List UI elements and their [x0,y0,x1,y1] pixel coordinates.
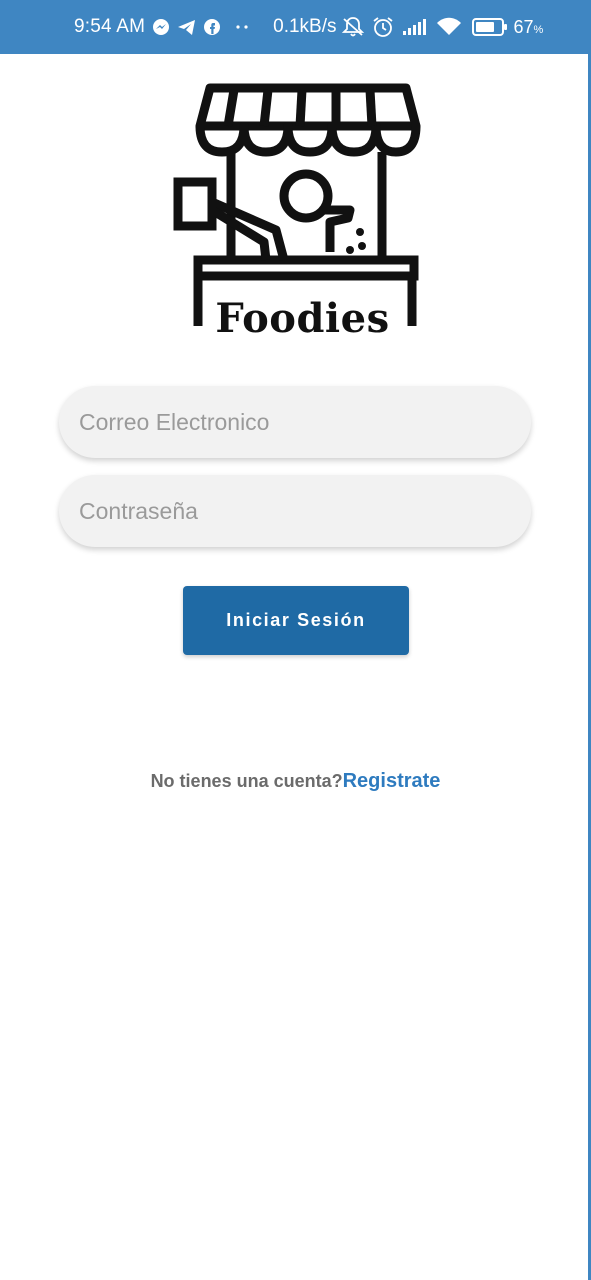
password-input[interactable] [59,475,531,547]
register-link[interactable]: Registrate [343,770,441,792]
login-button[interactable]: Iniciar Sesión [183,586,409,655]
email-field[interactable] [59,386,531,458]
wifi-icon [436,17,462,37]
facebook-icon [203,18,221,36]
notifications-muted-icon [341,16,365,38]
email-input[interactable] [59,386,531,458]
alarm-icon [372,16,394,38]
status-bar: 9:54 AM 0.1kB/s 67% [0,0,591,54]
messenger-icon [152,18,170,36]
signal-icon [402,18,428,36]
password-field[interactable] [59,475,531,547]
logo-text: Foodies [215,295,390,342]
signup-row: No tienes una cuenta?Registrate [0,770,591,793]
battery-percent: 67% [513,16,544,37]
status-time: 9:54 AM [74,16,146,37]
signup-prompt: No tienes una cuenta? [150,771,343,791]
battery-icon [471,18,508,36]
more-dots-icon [235,24,249,30]
network-speed: 0.1kB/s [273,16,337,37]
telegram-icon [177,19,196,36]
